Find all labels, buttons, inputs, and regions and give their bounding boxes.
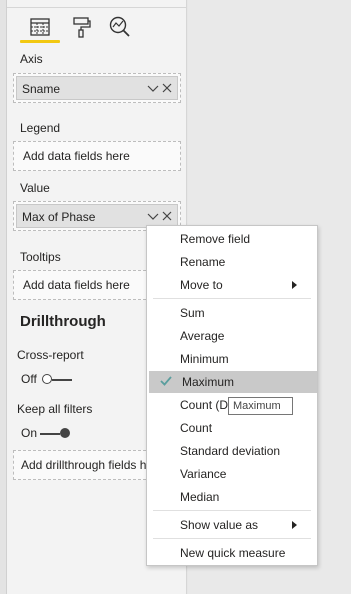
hover-tooltip: Maximum: [228, 397, 293, 415]
value-field-name: Max of Phase: [22, 210, 96, 224]
menu-item-label: Maximum: [182, 375, 235, 389]
legend-well[interactable]: Add data fields here: [13, 141, 181, 171]
axis-field-chip[interactable]: Sname: [16, 76, 178, 100]
menu-item-average[interactable]: Average: [147, 325, 317, 347]
legend-label: Legend: [20, 121, 61, 135]
active-tab-indicator: [20, 40, 60, 43]
fields-tab[interactable]: [27, 14, 53, 40]
menu-item-rename[interactable]: Rename: [147, 251, 317, 273]
left-edge-strip: [0, 0, 7, 594]
axis-field-name: Sname: [22, 82, 61, 96]
format-tab[interactable]: [68, 14, 94, 40]
field-context-menu: Remove field Rename Move to Sum Average …: [146, 225, 318, 566]
menu-item-label: Remove field: [180, 232, 251, 246]
toggle-track: [52, 379, 72, 381]
toggle-track: [40, 433, 60, 435]
table-fields-icon: [30, 18, 50, 36]
chevron-down-icon[interactable]: [147, 84, 159, 94]
toggle-knob: [42, 374, 52, 384]
keep-all-filters-label: Keep all filters: [17, 402, 93, 416]
drillthrough-title: Drillthrough: [20, 313, 106, 330]
menu-separator: [153, 510, 311, 511]
tooltips-label: Tooltips: [20, 250, 61, 264]
cross-report-label: Cross-report: [17, 348, 84, 362]
menu-item-remove-field[interactable]: Remove field: [147, 228, 317, 250]
submenu-arrow-icon: [292, 281, 297, 289]
menu-item-label: Count: [180, 421, 213, 435]
menu-item-label: Sum: [180, 306, 205, 320]
cross-report-state: Off: [21, 372, 37, 386]
close-icon[interactable]: [162, 83, 172, 93]
menu-item-label: Show value as: [180, 518, 259, 532]
menu-item-variance[interactable]: Variance: [147, 463, 317, 485]
menu-item-minimum[interactable]: Minimum: [147, 348, 317, 370]
axis-label: Axis: [20, 52, 43, 66]
cross-report-toggle[interactable]: [40, 372, 74, 386]
submenu-arrow-icon: [292, 521, 297, 529]
menu-separator: [153, 298, 311, 299]
menu-item-label: Move to: [180, 278, 223, 292]
menu-item-label: Standard deviation: [180, 444, 281, 458]
menu-item-label: New quick measure: [180, 546, 286, 560]
menu-item-sum[interactable]: Sum: [147, 302, 317, 324]
analytics-tab[interactable]: [107, 14, 133, 40]
menu-item-median[interactable]: Median: [147, 486, 317, 508]
pane-top-divider: [7, 0, 187, 8]
menu-item-show-value-as[interactable]: Show value as: [147, 514, 317, 536]
value-label: Value: [20, 181, 50, 195]
tooltips-placeholder: Add data fields here: [23, 278, 130, 292]
menu-item-label: Median: [180, 490, 220, 504]
checkmark-icon: [160, 376, 172, 386]
menu-item-standard-deviation[interactable]: Standard deviation: [147, 440, 317, 462]
close-icon[interactable]: [162, 211, 172, 221]
paint-roller-icon: [73, 17, 91, 38]
chevron-down-icon[interactable]: [147, 212, 159, 222]
menu-item-maximum[interactable]: Maximum: [149, 371, 317, 393]
keep-all-filters-state: On: [21, 426, 38, 440]
menu-item-label: Average: [180, 329, 225, 343]
menu-item-move-to[interactable]: Move to: [147, 274, 317, 296]
menu-item-label: Variance: [180, 467, 227, 481]
menu-item-label: Count (D: [180, 398, 229, 412]
drillthrough-placeholder: Add drillthrough fields h: [21, 458, 147, 472]
menu-separator: [153, 538, 311, 539]
menu-item-label: Rename: [180, 255, 226, 269]
axis-well[interactable]: Sname: [13, 73, 181, 103]
menu-item-label: Minimum: [180, 352, 229, 366]
toggle-knob: [60, 428, 70, 438]
menu-item-count[interactable]: Count: [147, 417, 317, 439]
legend-placeholder: Add data fields here: [23, 149, 130, 163]
keep-all-filters-toggle[interactable]: [40, 426, 74, 440]
menu-item-new-quick-measure[interactable]: New quick measure: [147, 542, 317, 564]
analytics-magnifier-icon: [109, 16, 130, 37]
